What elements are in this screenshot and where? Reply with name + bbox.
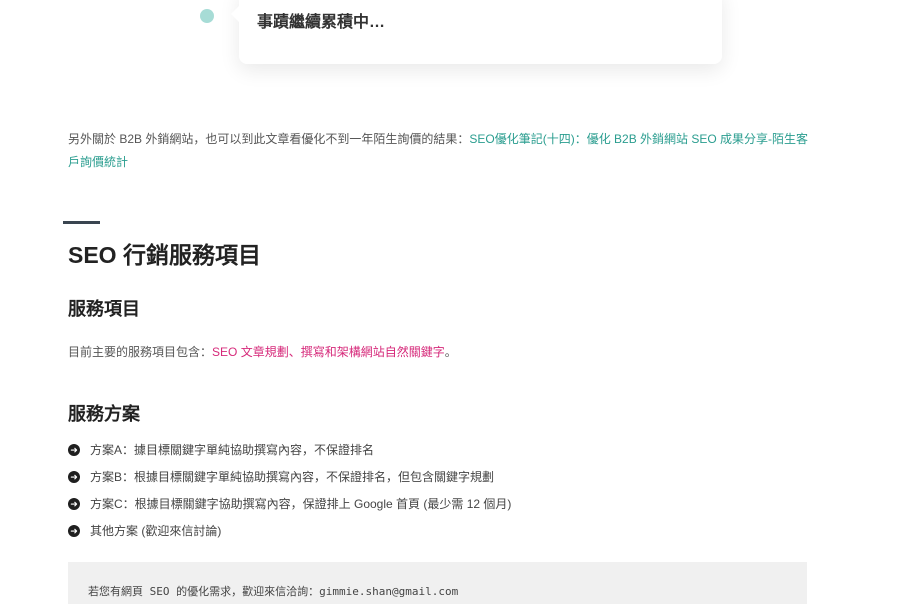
section-divider — [63, 221, 100, 224]
list-item: ➜ 方案A：據目標關鍵字單純協助撰寫內容，不保證排名 — [68, 436, 511, 463]
intro-paragraph: 另外關於 B2B 外銷網站，也可以到此文章看優化不到一年陌生詢價的結果：SEO優… — [68, 128, 813, 174]
timeline-dot — [200, 9, 214, 23]
services-text: 目前主要的服務項目包含：SEO 文章規劃、撰寫和架構網站自然關鍵字。 — [68, 343, 457, 360]
section-title: SEO 行銷服務項目 — [68, 242, 261, 268]
timeline-card-arrow — [231, 6, 239, 22]
contact-text: 若您有網頁 SEO 的優化需求，歡迎來信洽詢：gimmie.shan@gmail… — [88, 585, 459, 598]
arrow-circle-right-icon: ➜ — [68, 524, 80, 537]
plan-text: 其他方案 (歡迎來信討論) — [90, 524, 222, 538]
list-item: ➜ 方案C：根據目標關鍵字協助撰寫內容，保證排上 Google 首頁 (最少需 … — [68, 490, 511, 517]
services-prefix: 目前主要的服務項目包含： — [68, 345, 213, 359]
arrow-circle-right-icon: ➜ — [68, 470, 80, 483]
contact-box: 若您有網頁 SEO 的優化需求，歡迎來信洽詢：gimmie.shan@gmail… — [68, 562, 807, 604]
plans-heading: 服務方案 — [68, 404, 140, 424]
list-item: ➜ 方案B：根據目標關鍵字單純協助撰寫內容，不保證排名，但包含關鍵字規劃 — [68, 463, 511, 490]
services-suffix: 。 — [444, 345, 457, 359]
plan-text: 方案B：根據目標關鍵字單純協助撰寫內容，不保證排名，但包含關鍵字規劃 — [90, 470, 495, 484]
arrow-circle-right-icon: ➜ — [68, 443, 80, 456]
timeline-card: 事蹟繼續累積中… — [231, 0, 722, 64]
intro-prefix: 另外關於 B2B 外銷網站，也可以到此文章看優化不到一年陌生詢價的結果： — [68, 132, 470, 146]
plans-list: ➜ 方案A：據目標關鍵字單純協助撰寫內容，不保證排名 ➜ 方案B：根據目標關鍵字… — [68, 436, 511, 544]
plan-text: 方案C：根據目標關鍵字協助撰寫內容，保證排上 Google 首頁 (最少需 12… — [90, 497, 512, 511]
plan-text: 方案A：據目標關鍵字單純協助撰寫內容，不保證排名 — [90, 443, 375, 457]
arrow-circle-right-icon: ➜ — [68, 497, 80, 510]
timeline-card-text: 事蹟繼續累積中… — [257, 14, 386, 31]
services-heading: 服務項目 — [68, 299, 140, 319]
list-item: ➜ 其他方案 (歡迎來信討論) — [68, 517, 511, 544]
services-highlight: SEO 文章規劃、撰寫和架構網站自然關鍵字 — [212, 345, 445, 359]
